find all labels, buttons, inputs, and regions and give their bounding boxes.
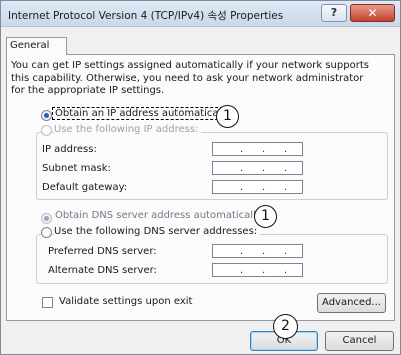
advanced-button[interactable]: Advanced... [317,293,386,313]
cancel-button[interactable]: Cancel [325,331,394,351]
subnet-mask-label: Subnet mask: [42,163,111,174]
obtain-dns-auto-label[interactable]: Obtain DNS server address automatically [55,210,262,221]
octet-dot: . [240,144,244,155]
close-button[interactable]: ✕ [350,4,395,22]
validate-settings-checkbox[interactable] [42,297,53,308]
close-icon: ✕ [367,6,378,20]
octet-dot: . [284,144,288,155]
octet-dot: . [240,163,244,174]
octet-dot: . [262,182,266,193]
octet-dot: . [262,265,266,276]
octet-dot: . [284,246,288,257]
callout-2-ok: 2 [273,314,298,339]
callout-1-dns: 1 [254,205,277,228]
description-text: You can get IP settings assigned automat… [11,60,381,98]
title-bar[interactable]: Internet Protocol Version 4 (TCP/IPv4) 속… [1,1,400,27]
tcpip-properties-dialog: Internet Protocol Version 4 (TCP/IPv4) 속… [0,0,401,355]
obtain-ip-auto-label[interactable]: Obtain an IP address automatically [52,107,234,120]
octet-dot: . [240,182,244,193]
octet-dot: . [240,246,244,257]
octet-dot: . [284,182,288,193]
ip-address-label: IP address: [42,144,97,155]
obtain-dns-auto-radio[interactable] [41,213,52,224]
octet-dot: . [284,265,288,276]
ip-address-input[interactable]: ... [212,142,303,156]
octet-dot: . [284,163,288,174]
preferred-dns-input[interactable]: ... [212,244,303,258]
use-following-ip-radio[interactable] [41,125,52,136]
default-gateway-label: Default gateway: [42,182,128,193]
use-following-dns-radio[interactable] [41,227,52,238]
alternate-dns-label: Alternate DNS server: [48,265,157,276]
help-button[interactable]: ? [321,4,347,22]
description-line: You can get IP settings assigned automat… [11,60,369,71]
octet-dot: . [262,144,266,155]
alternate-dns-input[interactable]: ... [212,263,303,277]
tab-general[interactable]: General [6,37,67,55]
default-gateway-input[interactable]: ... [212,180,303,194]
use-following-ip-label[interactable]: Use the following IP address: [54,124,202,135]
octet-dot: . [240,265,244,276]
use-following-dns-label[interactable]: Use the following DNS server addresses: [54,226,261,237]
callout-1-ip: 1 [216,105,239,128]
validate-settings-label[interactable]: Validate settings upon exit [59,296,192,307]
window-title: Internet Protocol Version 4 (TCP/IPv4) 속… [8,10,284,22]
description-line: this capability. Otherwise, you need to … [11,72,364,84]
subnet-mask-input[interactable]: ... [212,161,303,175]
obtain-ip-auto-radio[interactable] [41,110,52,121]
description-line: for the appropriate IP settings. [11,85,165,96]
octet-dot: . [262,246,266,257]
help-icon: ? [330,6,338,19]
preferred-dns-label: Preferred DNS server: [48,246,157,257]
octet-dot: . [262,163,266,174]
